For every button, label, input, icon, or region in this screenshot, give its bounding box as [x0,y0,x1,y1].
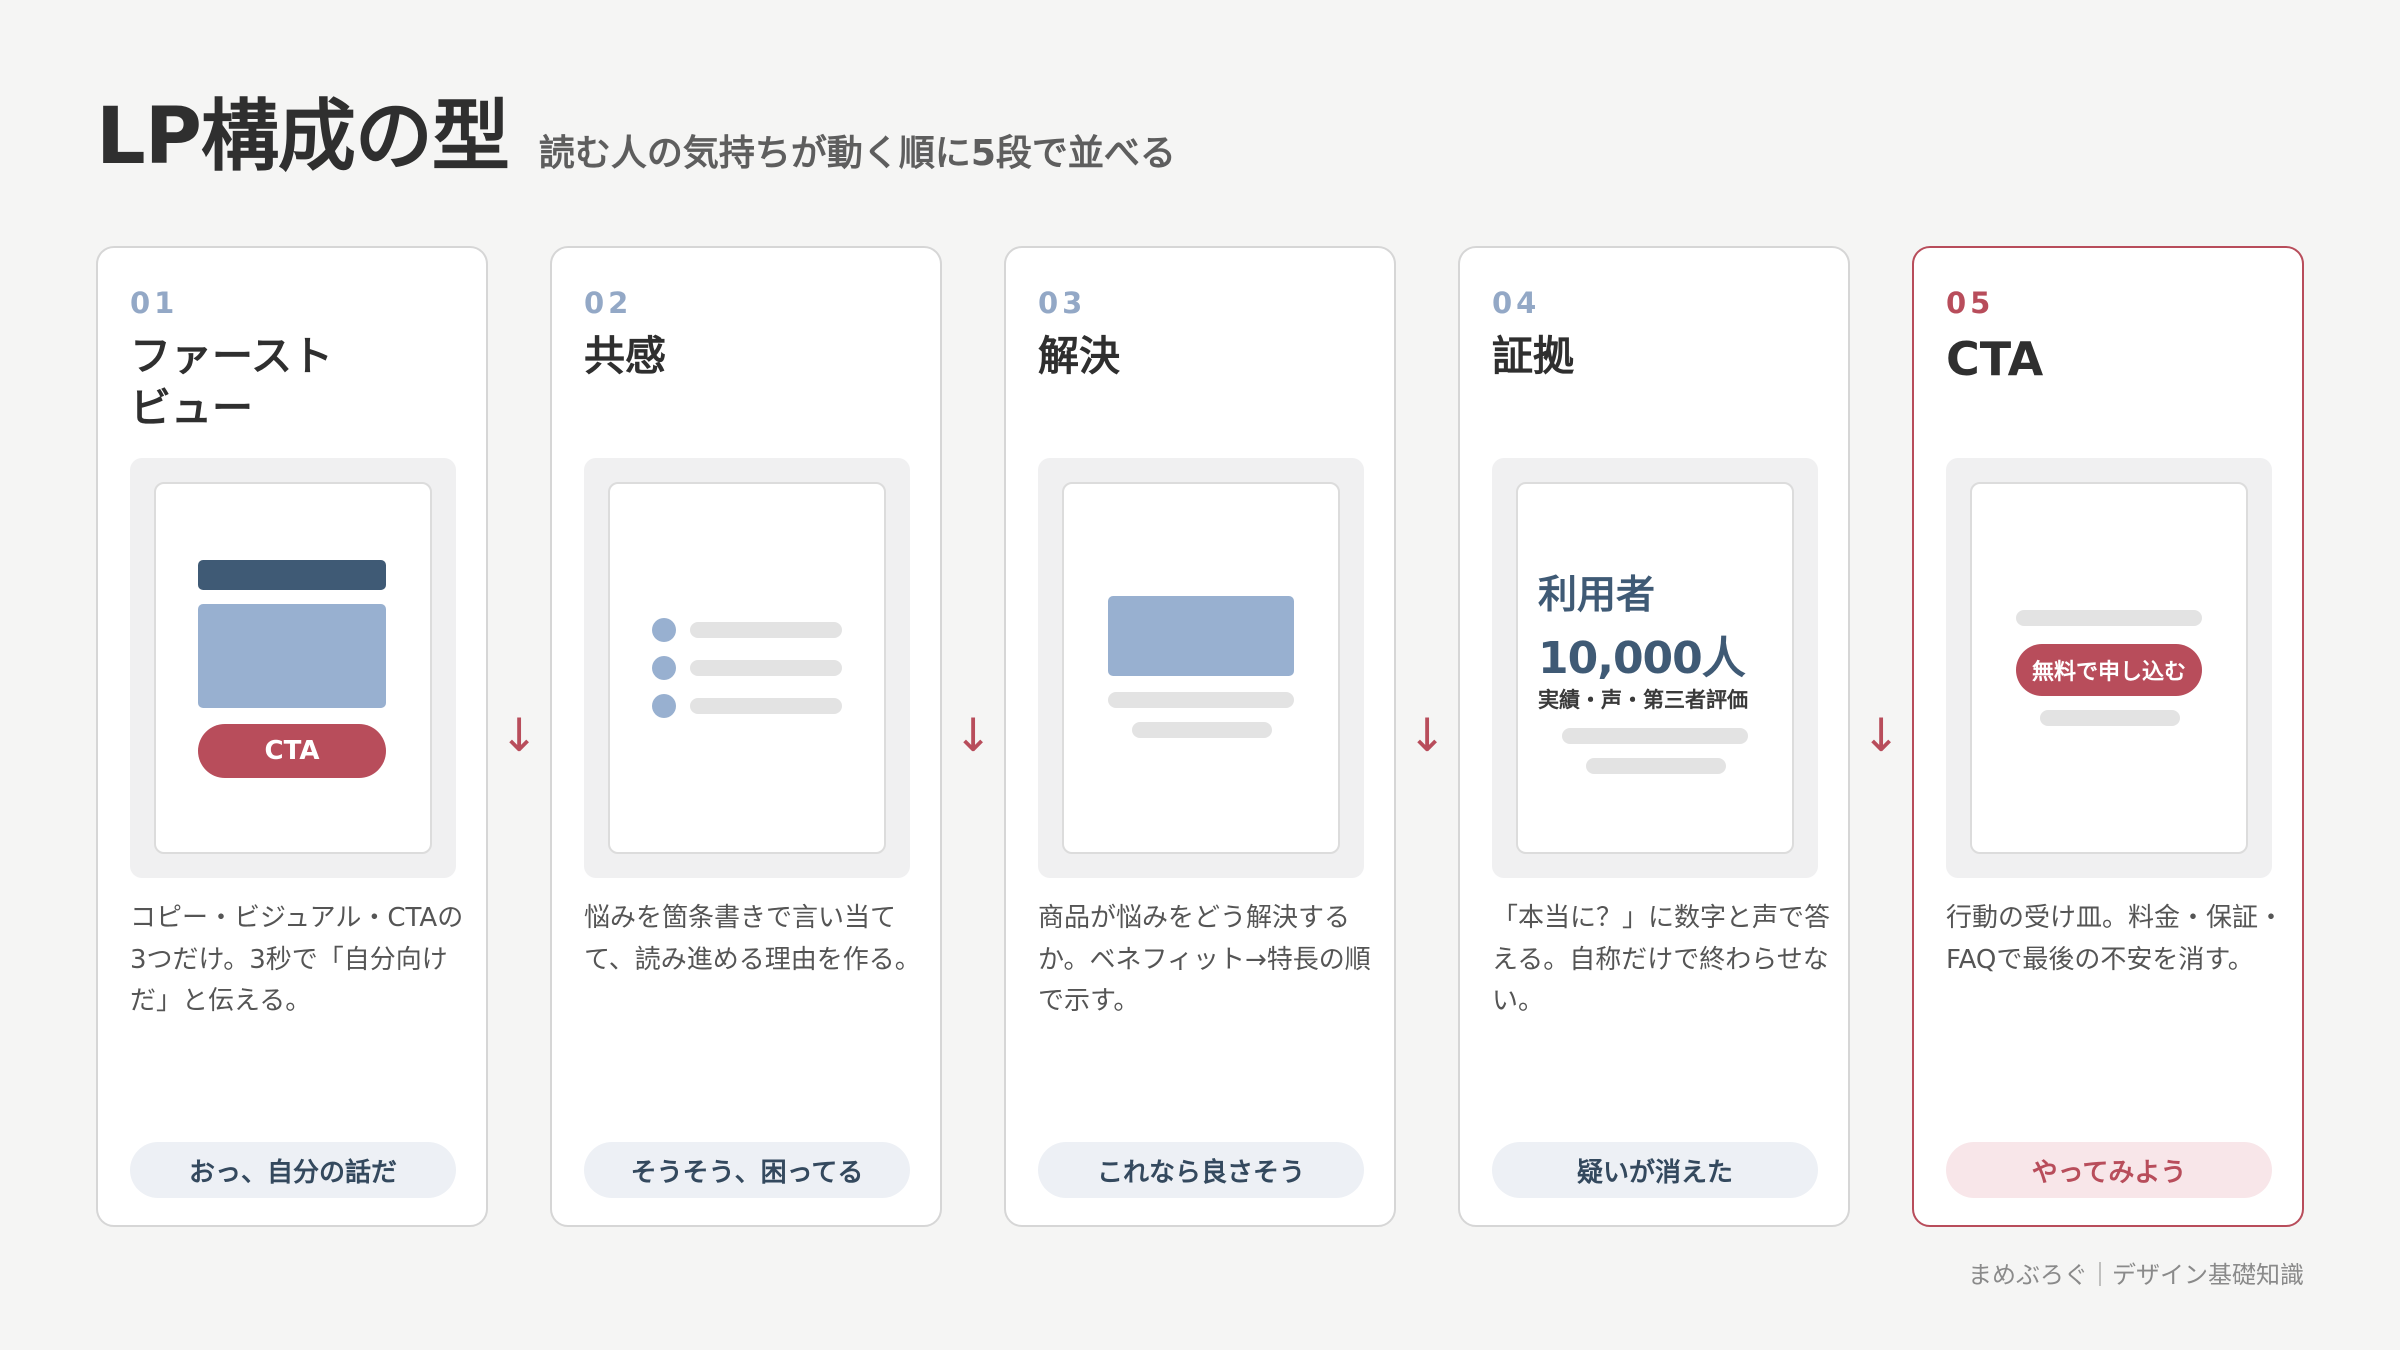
step-card-proof: 04 証拠 利用者 10,000人 実績・声・第三者評価 「本当に？」に数字と声… [1458,246,1850,1227]
step-description: 「本当に？」に数字と声で答える。自称だけで終わらせない。 [1492,903,1831,1017]
wireframe-text-line [2016,610,2202,626]
step-title: CTA [1946,332,2044,386]
wireframe-text-line [1132,722,1272,738]
step-card-first-view: 01 ファースト ビュー CTA コピー・ビジュアル・CTAの3つだけ。3秒で「… [96,246,488,1227]
page-subtitle: 読む人の気持ちが動く順に5段で並べる [538,133,1176,174]
wireframe-apply-button: 無料で申し込む [2016,644,2202,696]
step-number: 04 [1492,286,1541,320]
step-card-empathy: 02 共感 悩みを箇条書きで言い当てて、読み進める理由を作る。 そうそう、困って… [550,246,942,1227]
wireframe-text-line [690,622,842,638]
wireframe-text-line [1108,692,1294,708]
lp-structure-diagram: LP構成の型 読む人の気持ちが動く順に5段で並べる 01 ファースト ビュー C… [0,0,2400,1350]
step-description: 商品が悩みをどう解決するか。ベネフィット→特長の順で示す。 [1038,903,1371,1017]
wireframe-hero-visual [198,604,386,708]
wireframe-first-view: CTA [154,482,432,854]
step-number: 05 [1946,286,1995,320]
footer-credit: まめぶろぐ｜デザイン基礎知識 [1968,1261,2304,1289]
step-title: 証拠 [1492,332,1574,380]
steps-row: 01 ファースト ビュー CTA コピー・ビジュアル・CTAの3つだけ。3秒で「… [96,246,2304,1227]
bullet-dot-icon [652,694,676,718]
down-arrow-icon: ↓ [953,708,993,762]
reader-reaction-badge: 疑いが消えた [1492,1142,1818,1198]
proof-caption: 実績・声・第三者評価 [1538,688,1748,712]
wireframe-panel [584,458,910,878]
down-arrow-icon: ↓ [499,708,539,762]
wireframe-text-line [1562,728,1748,744]
down-arrow-icon: ↓ [1861,708,1901,762]
step-card-solution: 03 解決 商品が悩みをどう解決するか。ベネフィット→特長の順で示す。 これなら… [1004,246,1396,1227]
bullet-dot-icon [652,618,676,642]
step-title: 共感 [584,332,666,380]
wireframe-text-line [2040,710,2180,726]
proof-label: 利用者 [1538,573,1656,618]
reader-reaction-badge: これなら良さそう [1038,1142,1364,1198]
wireframe-product-visual [1108,596,1294,676]
page-title: LP構成の型 [96,92,510,182]
wireframe-cta-button: CTA [198,724,386,778]
step-title: ファースト ビュー [130,332,333,433]
step-card-cta: 05 CTA 無料で申し込む 行動の受け皿。料金・保証・FAQで最後の不安を消す… [1912,246,2304,1227]
reader-reaction-badge: そうそう、困ってる [584,1142,910,1198]
step-title: 解決 [1038,332,1120,380]
down-arrow-icon: ↓ [1407,708,1447,762]
wireframe-cta: 無料で申し込む [1970,482,2248,854]
wireframe-panel: CTA [130,458,456,878]
wireframe-panel: 利用者 10,000人 実績・声・第三者評価 [1492,458,1818,878]
step-description: 悩みを箇条書きで言い当てて、読み進める理由を作る。 [584,903,921,975]
wireframe-panel: 無料で申し込む [1946,458,2272,878]
step-number: 01 [130,286,179,320]
wireframe-headline-bar [198,560,386,590]
wireframe-panel [1038,458,1364,878]
step-number: 03 [1038,286,1087,320]
wireframe-empathy [608,482,886,854]
reader-reaction-badge: おっ、自分の話だ [130,1142,456,1198]
step-description: コピー・ビジュアル・CTAの3つだけ。3秒で「自分向けだ」と伝える。 [130,903,464,1017]
wireframe-solution [1062,482,1340,854]
bullet-dot-icon [652,656,676,680]
wireframe-text-line [690,698,842,714]
wireframe-text-line [1586,758,1726,774]
step-number: 02 [584,286,633,320]
step-description: 行動の受け皿。料金・保証・FAQで最後の不安を消す。 [1946,903,2285,975]
wireframe-proof: 利用者 10,000人 実績・声・第三者評価 [1516,482,1794,854]
wireframe-text-line [690,660,842,676]
proof-number: 10,000人 [1538,633,1746,684]
reader-reaction-badge: やってみよう [1946,1142,2272,1198]
header: LP構成の型 読む人の気持ちが動く順に5段で並べる [96,98,1176,176]
